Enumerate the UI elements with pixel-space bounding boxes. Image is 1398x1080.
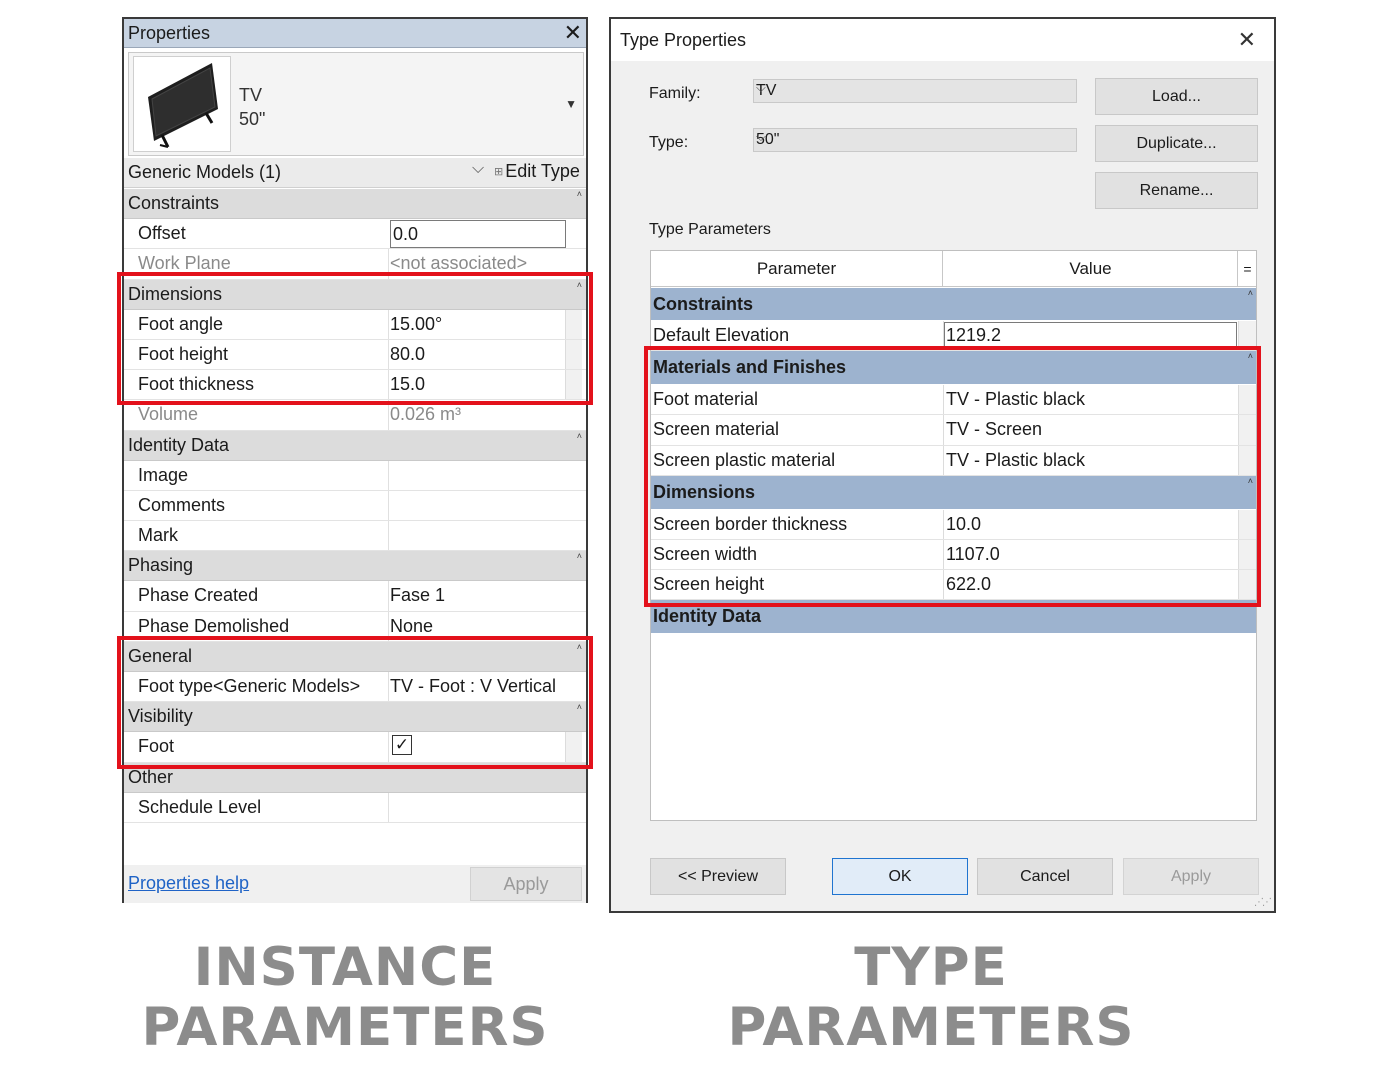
group-label: Other <box>128 766 174 787</box>
property-name: Image <box>138 464 189 485</box>
chevron-down-icon: ⌵ <box>756 80 766 95</box>
parameter-value[interactable]: 1219.2 <box>946 325 1001 346</box>
property-row-comments[interactable]: Comments <box>124 490 586 522</box>
instance-filter-row: Generic Models (1) ⌵ ⊞ Edit Type <box>124 158 586 188</box>
group-identity-data[interactable]: Identity Data ˄ <box>124 430 586 461</box>
column-divider <box>388 521 389 551</box>
collapse-icon[interactable]: ˄ <box>577 189 582 199</box>
property-name: Mark <box>138 525 178 546</box>
instance-parameters-caption: INSTANCE PARAMETERS <box>122 938 568 1058</box>
type-label: Type: <box>649 134 689 151</box>
property-name: Volume <box>138 404 199 425</box>
edit-type-button[interactable]: ⊞ Edit Type <box>494 161 580 182</box>
column-header-value[interactable]: Value <box>944 251 1238 287</box>
property-value: 0.026 m³ <box>390 404 462 425</box>
group-constraints[interactable]: Constraints ˄ <box>651 288 1256 321</box>
preview-button[interactable]: << Preview <box>650 858 786 895</box>
group-label: Identity Data <box>653 606 762 627</box>
property-value[interactable]: Fase 1 <box>390 585 445 606</box>
edit-type-icon: ⊞ <box>494 166 504 178</box>
caption-line: PARAMETERS <box>141 997 549 1058</box>
group-constraints[interactable]: Constraints ˄ <box>124 189 586 220</box>
close-icon[interactable]: ✕ <box>564 20 582 46</box>
column-divider <box>388 490 389 521</box>
property-row-phase-created[interactable]: Phase Created Fase 1 <box>124 581 586 612</box>
column-header-parameter[interactable]: Parameter <box>651 251 943 287</box>
family-select[interactable]: TV ⌵ <box>753 79 1077 103</box>
ok-button[interactable]: OK <box>832 858 968 895</box>
properties-footer: Properties help Apply <box>124 865 586 903</box>
property-row-offset[interactable]: Offset 0.0 <box>124 219 586 250</box>
rename-button[interactable]: Rename... <box>1095 172 1258 209</box>
dialog-titlebar[interactable]: Type Properties ✕ <box>611 19 1274 61</box>
offset-value: 0.0 <box>393 224 419 245</box>
property-row-image[interactable]: Image <box>124 460 586 491</box>
property-name: Schedule Level <box>138 796 262 817</box>
group-phasing[interactable]: Phasing ˄ <box>124 551 586 582</box>
family-filter-select[interactable]: Generic Models (1) <box>128 162 281 183</box>
property-value[interactable]: None <box>390 616 433 637</box>
apply-button[interactable]: Apply <box>1123 858 1259 895</box>
property-name: Offset <box>138 223 186 244</box>
column-divider <box>388 792 389 822</box>
close-icon[interactable]: ✕ <box>1238 27 1256 53</box>
type-name: TV 50" <box>239 83 265 131</box>
grid-header: Parameter Value = <box>651 251 1256 287</box>
caption-line: TYPE <box>854 937 1008 998</box>
properties-help-link[interactable]: Properties help <box>128 873 249 894</box>
type-selector[interactable]: TV 50" ▼ <box>128 52 584 156</box>
resize-grip-icon[interactable]: ⋰⋰ <box>1254 897 1272 908</box>
group-label: Constraints <box>128 193 220 213</box>
offset-input[interactable]: 0.0 <box>390 220 566 249</box>
apply-button[interactable]: Apply <box>470 867 582 901</box>
property-row-mark[interactable]: Mark <box>124 521 586 552</box>
type-parameters-label: Type Parameters <box>649 221 771 238</box>
chevron-down-icon: ⌵ <box>756 129 766 144</box>
group-label: Constraints <box>653 294 754 314</box>
highlight-type-materials-dimensions <box>644 346 1261 607</box>
edit-type-label: Edit Type <box>505 161 580 181</box>
properties-title: Properties <box>128 23 211 43</box>
property-name: Comments <box>138 494 226 515</box>
load-button[interactable]: Load... <box>1095 78 1258 115</box>
caption-line: PARAMETERS <box>727 997 1135 1058</box>
collapse-icon[interactable]: ˄ <box>1248 288 1253 298</box>
type-select[interactable]: 50" ⌵ <box>753 128 1077 152</box>
column-divider <box>388 460 389 490</box>
properties-palette: Properties ✕ TV 50" ▼ Generic Models (1)… <box>122 17 588 903</box>
family-label: Family: <box>649 85 701 102</box>
collapse-icon[interactable]: ˄ <box>577 431 582 441</box>
chevron-down-icon[interactable]: ⌵ <box>472 160 484 178</box>
type-parameters-caption: TYPE PARAMETERS <box>708 938 1154 1058</box>
dialog-title: Type Properties <box>620 30 747 50</box>
group-label: Identity Data <box>128 434 230 455</box>
highlight-instance-general-visibility <box>117 636 593 769</box>
caption-line: INSTANCE <box>193 937 497 998</box>
column-divider <box>388 581 389 611</box>
parameter-name: Default Elevation <box>653 325 790 345</box>
type-family-name: TV <box>239 85 263 105</box>
duplicate-button[interactable]: Duplicate... <box>1095 125 1258 162</box>
property-name: Phase Demolished <box>138 615 290 636</box>
property-name: Phase Created <box>138 585 259 606</box>
type-size-name: 50" <box>239 109 266 129</box>
column-header-formula[interactable]: = <box>1239 251 1256 287</box>
properties-titlebar[interactable]: Properties ✕ <box>124 19 586 48</box>
group-label: Phasing <box>128 555 194 576</box>
highlight-instance-dimensions <box>117 272 593 405</box>
property-row-schedule-level[interactable]: Schedule Level <box>124 792 586 823</box>
dropdown-arrow-icon[interactable]: ▼ <box>565 97 577 111</box>
tv-icon <box>148 63 218 148</box>
collapse-icon[interactable]: ˄ <box>577 551 582 561</box>
cancel-button[interactable]: Cancel <box>977 858 1113 895</box>
tv-thumbnail <box>133 56 231 152</box>
